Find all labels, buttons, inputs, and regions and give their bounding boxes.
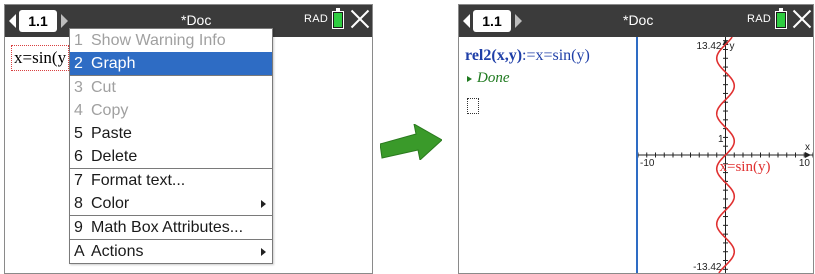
menu-item-color[interactable]: 8 Color — [70, 192, 272, 215]
graph-canvas[interactable]: 13.42 -13.42 -10 10 1 x y x=sin(y) — [638, 37, 813, 273]
menu-item-actions[interactable]: A Actions — [70, 240, 272, 263]
right-arrow-icon — [380, 124, 442, 160]
close-icon[interactable] — [791, 8, 813, 30]
menu-item-shortcut: 9 — [74, 219, 83, 236]
y-max-label: 13.42 — [696, 41, 721, 52]
x-min-label: -10 — [640, 158, 655, 169]
menu-item-label: Delete — [91, 148, 138, 165]
battery-icon — [332, 8, 344, 29]
menu-item-shortcut: 3 — [74, 79, 83, 96]
menu-item-label: Color — [91, 195, 130, 212]
menu-item-label: Paste — [91, 125, 132, 142]
menu-item-shortcut: A — [74, 243, 85, 260]
result-marker-icon — [467, 75, 472, 82]
submenu-arrow-icon — [261, 248, 266, 256]
menu-item-cut[interactable]: 3 Cut — [70, 76, 272, 99]
menu-item-label: Cut — [91, 79, 116, 96]
menu-item-shortcut: 7 — [74, 172, 83, 189]
menu-item-copy[interactable]: 4 Copy — [70, 99, 272, 122]
math-expression-box[interactable]: x=sin(y — [11, 45, 70, 71]
calculator-screen-after: 1.1 *Doc RAD rel2(x,y):=x=sin(y) Done 13… — [458, 4, 814, 274]
relation-definition: rel2(x,y):=x=sin(y) — [465, 47, 590, 65]
x-max-label: 10 — [799, 158, 811, 169]
menu-item-format-text[interactable]: 7 Format text... — [70, 169, 272, 192]
menu-item-label: Graph — [91, 55, 136, 72]
context-menu: 1 Show Warning Info 2 Graph 3 Cut 4 Copy 5 Paste 6… — [69, 28, 273, 264]
notes-pane[interactable]: rel2(x,y):=x=sin(y) Done — [459, 37, 635, 273]
angle-mode-indicator: RAD — [304, 13, 329, 25]
menu-item-shortcut: 8 — [74, 195, 83, 212]
next-page-arrow-icon[interactable] — [515, 14, 522, 28]
menu-item-shortcut: 2 — [74, 55, 83, 72]
empty-math-box[interactable] — [467, 98, 479, 114]
menu-item-math-box-attributes[interactable]: 9 Math Box Attributes... — [70, 216, 272, 239]
menu-item-label: Show Warning Info — [91, 32, 226, 49]
result-text: Done — [477, 70, 510, 86]
menu-item-delete[interactable]: 6 Delete — [70, 145, 272, 168]
battery-icon — [775, 8, 787, 29]
document-title: *Doc — [181, 12, 212, 28]
curve-label: x=sin(y) — [720, 159, 771, 175]
menu-item-paste[interactable]: 5 Paste — [70, 122, 272, 145]
previous-page-arrow-icon[interactable] — [9, 14, 16, 28]
menu-item-shortcut: 4 — [74, 102, 83, 119]
menu-item-graph[interactable]: 2 Graph — [70, 52, 272, 75]
menu-item-shortcut: 6 — [74, 148, 83, 165]
previous-page-arrow-icon[interactable] — [463, 14, 470, 28]
math-expression: x=sin(y — [14, 48, 67, 67]
calculator-screen-before: 1.1 *Doc RAD x=sin(y 1 Show Warning Info 2… — [4, 4, 373, 274]
y-min-label: -13.42 — [693, 262, 722, 273]
document-title: *Doc — [623, 12, 654, 28]
y-axis-name: y — [730, 41, 735, 52]
relation-body: :=x=sin(y) — [522, 47, 590, 64]
x-axis-name: x — [805, 142, 810, 153]
relation-name: rel2(x,y) — [465, 47, 523, 64]
next-page-arrow-icon[interactable] — [61, 14, 68, 28]
submenu-arrow-icon — [261, 200, 266, 208]
tab-page-1-1[interactable]: 1.1 — [19, 10, 57, 32]
menu-item-label: Actions — [91, 243, 144, 260]
y-tick-one-label: 1 — [718, 134, 724, 145]
tab-bar: 1.1 *Doc RAD — [459, 5, 813, 37]
menu-item-label: Math Box Attributes... — [91, 219, 244, 236]
menu-item-label: Format text... — [91, 172, 186, 189]
menu-item-shortcut: 1 — [74, 32, 83, 49]
menu-item-show-warning-info[interactable]: 1 Show Warning Info — [70, 29, 272, 52]
close-icon[interactable] — [349, 8, 371, 30]
result-line: Done — [467, 70, 510, 87]
graph-pane[interactable]: 13.42 -13.42 -10 10 1 x y x=sin(y) — [636, 37, 813, 273]
tab-page-1-1[interactable]: 1.1 — [473, 10, 511, 32]
menu-item-label: Copy — [91, 102, 129, 119]
angle-mode-indicator: RAD — [747, 13, 772, 25]
menu-item-shortcut: 5 — [74, 125, 83, 142]
